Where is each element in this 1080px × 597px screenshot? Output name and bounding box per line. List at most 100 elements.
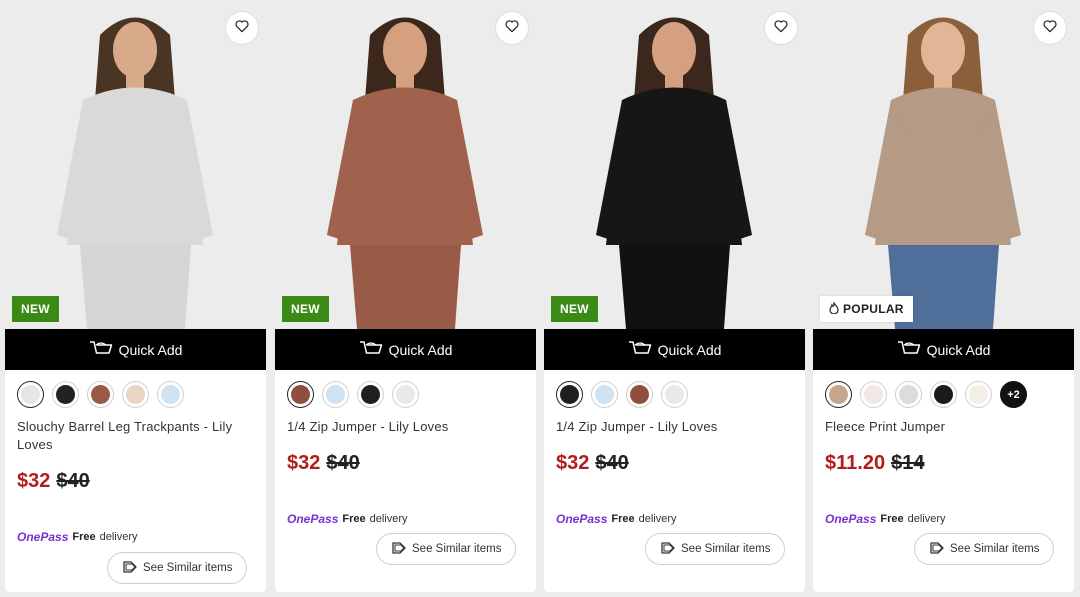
cart-icon bbox=[897, 340, 921, 359]
quick-add-button[interactable]: Quick Add bbox=[544, 329, 805, 370]
delivery-label: delivery bbox=[99, 531, 138, 543]
heart-icon bbox=[1042, 18, 1058, 39]
color-swatch[interactable] bbox=[825, 381, 852, 408]
sale-price: $32 bbox=[17, 470, 51, 492]
product-card[interactable]: NEW Quick Add 1/4 Zip Jumper - Lily Loves $… bbox=[544, 5, 805, 592]
swatch-color-dot bbox=[326, 385, 345, 404]
delivery-info: OnePass Free delivery bbox=[287, 512, 408, 526]
sale-price: $11.20 bbox=[825, 452, 886, 474]
color-swatches: +2 bbox=[825, 381, 1027, 408]
color-swatch[interactable] bbox=[626, 381, 653, 408]
product-image[interactable] bbox=[813, 5, 1074, 329]
see-similar-button[interactable]: See Similar items bbox=[914, 533, 1055, 565]
see-similar-button[interactable]: See Similar items bbox=[645, 533, 786, 565]
product-image[interactable] bbox=[5, 5, 266, 329]
color-swatch[interactable] bbox=[322, 381, 349, 408]
color-swatch[interactable] bbox=[556, 381, 583, 408]
swatch-color-dot bbox=[91, 385, 110, 404]
color-swatch[interactable] bbox=[661, 381, 688, 408]
see-similar-button[interactable]: See Similar items bbox=[107, 552, 248, 584]
wishlist-button[interactable] bbox=[1034, 12, 1066, 44]
product-title[interactable]: 1/4 Zip Jumper - Lily Loves bbox=[556, 418, 792, 436]
similar-icon bbox=[391, 541, 407, 558]
similar-icon bbox=[122, 560, 138, 577]
cart-icon bbox=[628, 340, 652, 359]
see-similar-button[interactable]: See Similar items bbox=[376, 533, 517, 565]
badge-label: POPULAR bbox=[843, 302, 904, 316]
swatch-color-dot bbox=[665, 385, 684, 404]
color-swatches bbox=[556, 381, 688, 408]
price: $11.20 $14 bbox=[825, 452, 924, 475]
free-label: Free bbox=[611, 513, 635, 525]
swatch-color-dot bbox=[361, 385, 380, 404]
swatch-color-dot bbox=[969, 385, 988, 404]
color-swatch[interactable] bbox=[895, 381, 922, 408]
swatch-color-dot bbox=[291, 385, 310, 404]
delivery-info: OnePass Free delivery bbox=[17, 530, 138, 544]
color-swatch[interactable] bbox=[157, 381, 184, 408]
color-swatches bbox=[17, 381, 184, 408]
flame-icon bbox=[829, 300, 839, 317]
original-price: $40 bbox=[56, 470, 90, 492]
color-swatch[interactable] bbox=[287, 381, 314, 408]
color-swatch[interactable] bbox=[591, 381, 618, 408]
cart-icon bbox=[359, 340, 383, 359]
product-card[interactable]: NEW Quick Add Slouchy Barrel Leg Trackpant… bbox=[5, 5, 266, 592]
color-swatch[interactable] bbox=[930, 381, 957, 408]
swatch-color-dot bbox=[934, 385, 953, 404]
wishlist-button[interactable] bbox=[226, 12, 258, 44]
swatch-color-dot bbox=[899, 385, 918, 404]
price: $32 $40 bbox=[287, 452, 360, 475]
delivery-info: OnePass Free delivery bbox=[556, 512, 677, 526]
swatch-color-dot bbox=[161, 385, 180, 404]
color-swatch[interactable] bbox=[17, 381, 44, 408]
sale-price: $32 bbox=[556, 452, 590, 474]
color-swatch[interactable] bbox=[860, 381, 887, 408]
onepass-logo: OnePass bbox=[825, 512, 877, 526]
color-swatch[interactable] bbox=[87, 381, 114, 408]
onepass-logo: OnePass bbox=[287, 512, 339, 526]
see-similar-label: See Similar items bbox=[681, 543, 771, 555]
swatch-color-dot bbox=[396, 385, 415, 404]
product-card[interactable]: POPULAR Quick Add +2 Fleece Print Jumper $11… bbox=[813, 5, 1074, 592]
swatch-color-dot bbox=[560, 385, 579, 404]
wishlist-button[interactable] bbox=[496, 12, 528, 44]
color-swatch[interactable] bbox=[965, 381, 992, 408]
see-similar-label: See Similar items bbox=[143, 562, 233, 574]
onepass-logo: OnePass bbox=[556, 512, 608, 526]
sale-price: $32 bbox=[287, 452, 321, 474]
quick-add-label: Quick Add bbox=[657, 341, 722, 358]
heart-icon bbox=[234, 18, 250, 39]
quick-add-label: Quick Add bbox=[388, 341, 453, 358]
color-swatch[interactable] bbox=[122, 381, 149, 408]
free-label: Free bbox=[880, 513, 904, 525]
original-price: $40 bbox=[326, 452, 360, 474]
swatch-color-dot bbox=[56, 385, 75, 404]
product-title[interactable]: Slouchy Barrel Leg Trackpants - Lily Lov… bbox=[17, 418, 253, 454]
swatch-color-dot bbox=[829, 385, 848, 404]
quick-add-button[interactable]: Quick Add bbox=[275, 329, 536, 370]
new-badge: NEW bbox=[12, 296, 59, 322]
wishlist-button[interactable] bbox=[765, 12, 797, 44]
product-title[interactable]: 1/4 Zip Jumper - Lily Loves bbox=[287, 418, 523, 436]
product-card[interactable]: NEW Quick Add 1/4 Zip Jumper - Lily Loves $… bbox=[275, 5, 536, 592]
onepass-logo: OnePass bbox=[17, 530, 69, 544]
product-title[interactable]: Fleece Print Jumper bbox=[825, 418, 1061, 436]
quick-add-label: Quick Add bbox=[118, 341, 183, 358]
product-image[interactable] bbox=[544, 5, 805, 329]
product-image[interactable] bbox=[275, 5, 536, 329]
similar-icon bbox=[929, 541, 945, 558]
free-label: Free bbox=[72, 531, 96, 543]
new-badge: NEW bbox=[551, 296, 598, 322]
color-swatch[interactable] bbox=[357, 381, 384, 408]
popular-badge: POPULAR bbox=[820, 296, 913, 322]
quick-add-button[interactable]: Quick Add bbox=[813, 329, 1074, 370]
swatch-color-dot bbox=[21, 385, 40, 404]
price: $32 $40 bbox=[556, 452, 629, 475]
color-swatch[interactable] bbox=[392, 381, 419, 408]
more-colors-button[interactable]: +2 bbox=[1000, 381, 1027, 408]
swatch-color-dot bbox=[630, 385, 649, 404]
see-similar-label: See Similar items bbox=[950, 543, 1040, 555]
color-swatch[interactable] bbox=[52, 381, 79, 408]
quick-add-button[interactable]: Quick Add bbox=[5, 329, 266, 370]
